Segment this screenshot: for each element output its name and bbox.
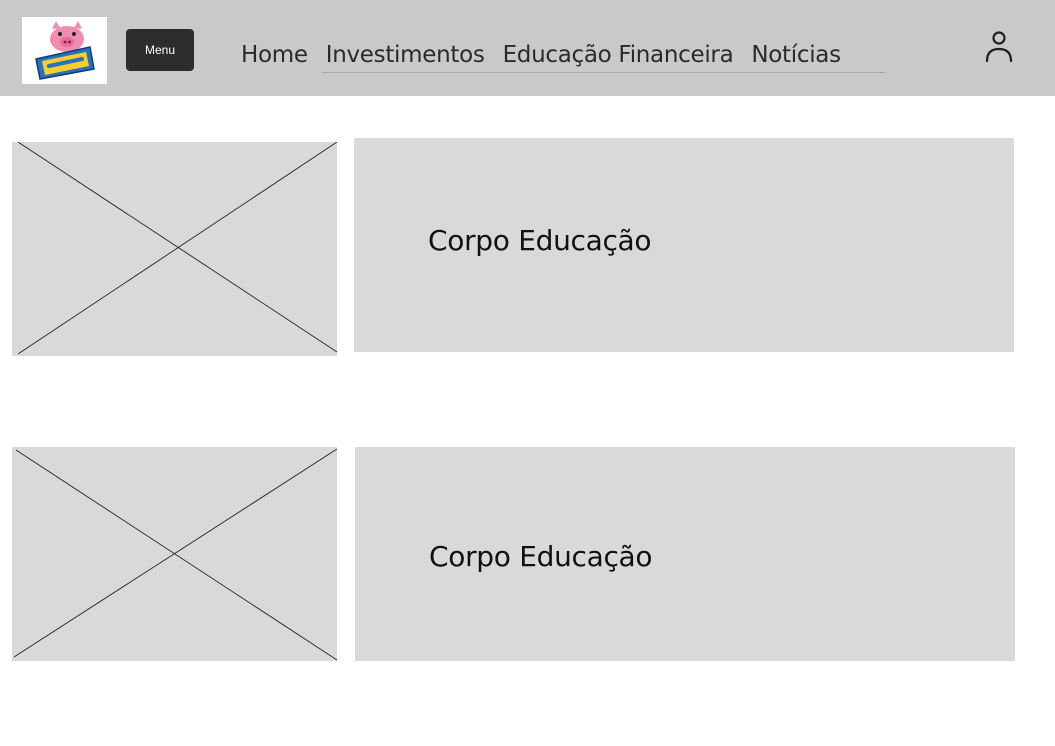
education-body-text: Corpo Educação (429, 540, 653, 573)
nav-underline (322, 72, 885, 73)
education-body-text: Corpo Educação (428, 224, 652, 257)
piggy-bank-logo-icon (35, 21, 95, 80)
logo[interactable] (22, 17, 107, 84)
header-bar: Menu Home Investimentos Educação Finance… (0, 0, 1055, 96)
nav-investimentos[interactable]: Investimentos (317, 42, 494, 68)
image-placeholder-icon (17, 142, 337, 355)
menu-button[interactable]: Menu (126, 29, 194, 71)
main-nav: Home Investimentos Educação Financeira N… (232, 36, 850, 74)
education-card: Corpo Educação (354, 138, 1014, 352)
education-card: Corpo Educação (355, 447, 1015, 661)
image-placeholder-icon (13, 448, 337, 661)
user-profile-button[interactable] (982, 28, 1016, 66)
nav-noticias[interactable]: Notícias (742, 42, 849, 68)
nav-home[interactable]: Home (232, 42, 317, 68)
image-placeholder (12, 142, 337, 356)
user-profile-icon (985, 31, 1013, 63)
image-placeholder (12, 447, 337, 661)
nav-educacao-financeira[interactable]: Educação Financeira (494, 42, 743, 68)
